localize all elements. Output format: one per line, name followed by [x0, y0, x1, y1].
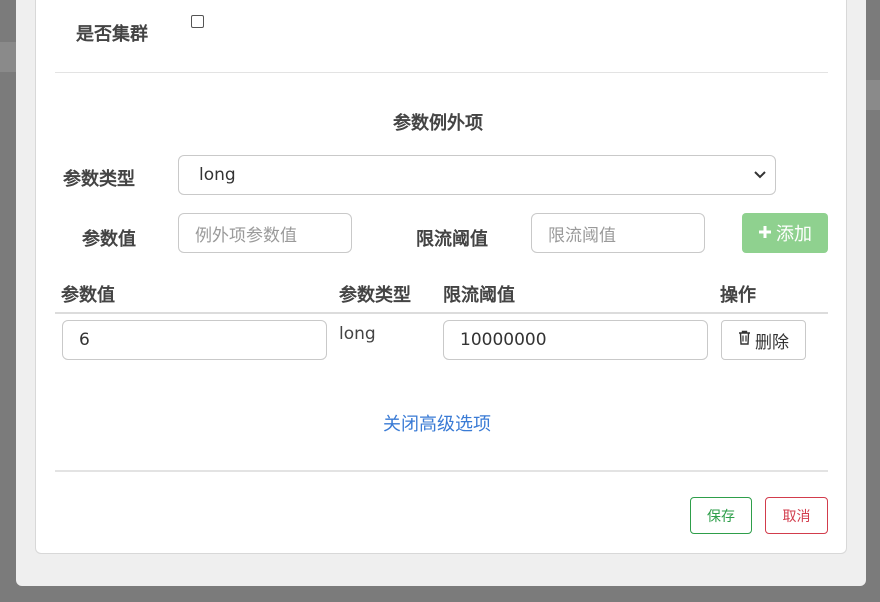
plus-icon	[758, 223, 772, 244]
row-threshold: 10000000	[460, 330, 547, 350]
footer-divider	[55, 470, 828, 472]
param-value-placeholder: 例外项参数值	[195, 225, 297, 246]
col-header-param-value: 参数值	[61, 285, 115, 306]
trash-icon	[738, 330, 751, 350]
add-button[interactable]: 添加	[742, 213, 828, 253]
cluster-checkbox[interactable]	[191, 15, 204, 28]
add-button-label: 添加	[776, 224, 812, 245]
threshold-label: 限流阈值	[416, 229, 488, 250]
row-param-value: 6	[79, 330, 90, 350]
backdrop-strip	[0, 42, 16, 72]
param-type-label: 参数类型	[63, 169, 135, 190]
cluster-label: 是否集群	[76, 24, 148, 45]
param-value-label: 参数值	[82, 229, 136, 250]
param-type-select[interactable]: long	[178, 155, 776, 195]
col-header-threshold: 限流阈值	[443, 285, 515, 306]
close-advanced-link[interactable]: 关闭高级选项	[383, 410, 491, 436]
row-param-value-input[interactable]: 6	[62, 320, 327, 360]
row-threshold-input[interactable]: 10000000	[443, 320, 708, 360]
cancel-button[interactable]: 取消	[765, 497, 828, 534]
chevron-down-icon	[753, 165, 767, 185]
row-param-type: long	[339, 324, 376, 344]
col-header-action: 操作	[720, 285, 756, 306]
delete-label: 删除	[755, 332, 789, 353]
table-header-divider	[55, 312, 828, 314]
modal-dialog: 是否集群 参数例外项 参数类型 long 参数值 例外项参数值 限流阈值 限流阈…	[35, 0, 847, 554]
threshold-input[interactable]: 限流阈值	[531, 213, 705, 253]
col-header-param-type: 参数类型	[339, 285, 411, 306]
threshold-placeholder: 限流阈值	[548, 225, 616, 246]
divider	[55, 72, 828, 73]
delete-button[interactable]: 删除	[721, 320, 806, 360]
param-type-selected: long	[199, 165, 236, 185]
save-button[interactable]: 保存	[690, 497, 752, 534]
section-title: 参数例外项	[393, 113, 483, 134]
param-value-input[interactable]: 例外项参数值	[178, 213, 352, 253]
